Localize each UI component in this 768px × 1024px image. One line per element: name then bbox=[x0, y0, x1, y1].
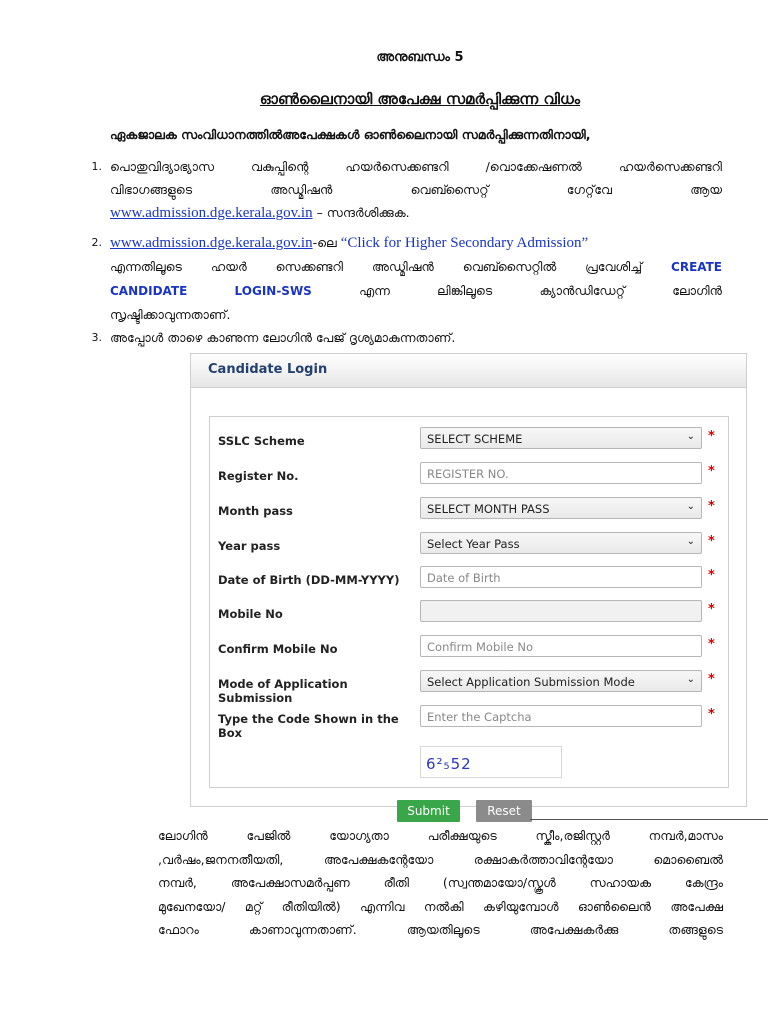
paragraph-line: ഫോറം കാണാവുന്നതാണ്. ആയതിലൂടെ അപേക്ഷകർക്ക… bbox=[158, 922, 723, 937]
candidate-login-panel: Candidate Login SSLC Scheme SELECT SCHEM… bbox=[190, 353, 747, 807]
step-2-line3-text: എന്ന ലിങ്കിലൂടെ ക്യാൻഡിഡേറ്റ് ലോഗിൻ bbox=[359, 283, 722, 298]
step-2-suffix: -ലെ bbox=[312, 235, 341, 250]
select-value: Select Year Pass bbox=[427, 537, 520, 551]
step-2: 2. www.admission.dge.kerala.gov.in-ലെ “C… bbox=[92, 231, 723, 326]
chevron-down-icon: ⌄ bbox=[686, 536, 695, 547]
row-month-pass: Month pass SELECT MONTH PASS ⌄ * bbox=[210, 497, 728, 527]
step-1: 1. പൊതുവിദ്യാഭ്യാസ വകുപ്പിന്റെ ഹയർസെക്കണ… bbox=[92, 155, 723, 225]
date-of-birth-input[interactable]: Date of Birth bbox=[420, 566, 702, 588]
field-label: Register No. bbox=[218, 469, 299, 483]
captcha-image: 6²₅52 bbox=[420, 746, 562, 778]
register-no-input[interactable]: REGISTER NO. bbox=[420, 462, 702, 484]
captcha-code: 6²₅52 bbox=[426, 755, 472, 773]
divider bbox=[530, 819, 768, 820]
field-label: Type the Code Shown in the Box bbox=[218, 712, 399, 740]
annex-heading: അനുബന്ധം 5 bbox=[376, 50, 464, 65]
field-label: SSLC Scheme bbox=[218, 434, 305, 448]
required-marker: * bbox=[708, 568, 715, 583]
field-label: Year pass bbox=[218, 539, 281, 553]
required-marker: * bbox=[708, 499, 715, 514]
field-label: Mode of Application Submission bbox=[218, 677, 348, 705]
required-marker: * bbox=[708, 707, 715, 722]
paragraph-line: മുഖേനയോ/ മറ്റ് രീതിയിൽ) എന്നിവ നൽകി കഴിയ… bbox=[158, 898, 723, 914]
paragraph-line: നമ്പർ, അപേക്ഷാസമർപ്പണ രീതി (സ്വന്തമായോ/സ… bbox=[158, 875, 723, 890]
step-1-line2: വിഭാഗങ്ങളുടെ അഡ്മിഷൻ വെബ്സൈറ്റ് ഗേറ്റ്‌വ… bbox=[110, 182, 722, 197]
captcha-input[interactable]: Enter the Captcha bbox=[420, 705, 702, 727]
login-form: SSLC Scheme SELECT SCHEME ⌄ * Register N… bbox=[209, 416, 729, 788]
step-2-number: 2. bbox=[91, 236, 103, 249]
submission-mode-select[interactable]: Select Application Submission Mode ⌄ bbox=[420, 670, 702, 692]
paragraph-line: ,വർഷം,ജനനതീയതി, അപേക്ഷകന്റേയോ രക്ഷാകർത്ത… bbox=[158, 851, 723, 867]
step-3-text: അപ്പോൾ താഴെ കാണുന്ന ലോഗിൻ പേജ് ദൃശ്യമാകു… bbox=[110, 330, 456, 345]
mobile-no-input[interactable] bbox=[420, 600, 702, 622]
select-value: SELECT MONTH PASS bbox=[427, 502, 550, 516]
step-3-number: 3. bbox=[91, 331, 103, 344]
sslc-scheme-select[interactable]: SELECT SCHEME ⌄ bbox=[420, 427, 702, 449]
chevron-down-icon: ⌄ bbox=[686, 431, 695, 442]
admission-link-2[interactable]: www.admission.dge.kerala.gov.in bbox=[110, 235, 313, 251]
required-marker: * bbox=[708, 637, 715, 652]
row-date-of-birth: Date of Birth (DD-MM-YYYY) Date of Birth… bbox=[210, 566, 728, 596]
admission-link[interactable]: www.admission.dge.kerala.gov.in bbox=[110, 205, 313, 221]
field-label: Confirm Mobile No bbox=[218, 642, 338, 656]
higher-secondary-admission-link[interactable]: “Click for Higher Secondary Admission” bbox=[341, 235, 588, 251]
panel-header: Candidate Login bbox=[191, 354, 746, 388]
field-label: Month pass bbox=[218, 504, 293, 518]
field-label: Mobile No bbox=[218, 607, 283, 621]
chevron-down-icon: ⌄ bbox=[686, 674, 695, 685]
row-year-pass: Year pass Select Year Pass ⌄ * bbox=[210, 532, 728, 562]
row-confirm-mobile: Confirm Mobile No Confirm Mobile No * bbox=[210, 635, 728, 665]
intro-text: ഏകജാലക സംവിധാനത്തിൽഅപേക്ഷകൾ ഓൺലൈനായി സമർ… bbox=[110, 127, 591, 142]
required-marker: * bbox=[708, 672, 715, 687]
step-3: 3. അപ്പോൾ താഴെ കാണുന്ന ലോഗിൻ പേജ് ദൃശ്യമ… bbox=[92, 326, 722, 349]
row-submission-mode: Mode of Application Submission Select Ap… bbox=[210, 670, 728, 705]
confirm-mobile-input[interactable]: Confirm Mobile No bbox=[420, 635, 702, 657]
paragraph-line: ലോഗിൻ പേജിൽ യോഗ്യതാ പരീക്ഷയുടെ സ്കീം,രജി… bbox=[158, 828, 723, 843]
panel-title: Candidate Login bbox=[208, 362, 328, 377]
step-2-line4: സൃഷ്ടിക്കാവുന്നതാണ്. bbox=[110, 307, 231, 322]
row-captcha-image: 6²₅52 bbox=[210, 746, 728, 778]
row-sslc-scheme: SSLC Scheme SELECT SCHEME ⌄ * bbox=[210, 427, 728, 457]
row-register-no: Register No. REGISTER NO. * bbox=[210, 462, 728, 492]
chevron-down-icon: ⌄ bbox=[686, 501, 695, 512]
submit-button[interactable]: Submit bbox=[397, 800, 460, 822]
login-sws-keyword: LOGIN-SWS bbox=[234, 284, 312, 298]
closing-paragraph: ലോഗിൻ പേജിൽ യോഗ്യതാ പരീക്ഷയുടെ സ്കീം,രജി… bbox=[158, 824, 723, 942]
create-keyword: CREATE bbox=[671, 260, 722, 274]
required-marker: * bbox=[708, 534, 715, 549]
reset-button[interactable]: Reset bbox=[476, 800, 532, 822]
page-title: ഓൺലൈനായി അപേക്ഷ സമർപ്പിക്കുന്ന വിധം bbox=[259, 90, 581, 108]
month-pass-select[interactable]: SELECT MONTH PASS ⌄ bbox=[420, 497, 702, 519]
required-marker: * bbox=[708, 429, 715, 444]
row-mobile-no: Mobile No * bbox=[210, 600, 728, 630]
step-1-visit-text: – സന്ദർശിക്കുക. bbox=[312, 205, 410, 220]
row-captcha-input: Type the Code Shown in the Box Enter the… bbox=[210, 705, 728, 740]
year-pass-select[interactable]: Select Year Pass ⌄ bbox=[420, 532, 702, 554]
select-value: SELECT SCHEME bbox=[427, 432, 523, 446]
step-1-line1: പൊതുവിദ്യാഭ്യാസ വകുപ്പിന്റെ ഹയർസെക്കണ്ടറ… bbox=[110, 159, 722, 174]
required-marker: * bbox=[708, 464, 715, 479]
step-1-number: 1. bbox=[91, 160, 103, 173]
select-value: Select Application Submission Mode bbox=[427, 675, 635, 689]
field-label: Date of Birth (DD-MM-YYYY) bbox=[218, 573, 400, 587]
required-marker: * bbox=[708, 602, 715, 617]
candidate-keyword: CANDIDATE bbox=[110, 284, 188, 298]
step-2-line2-text: എന്നതിലൂടെ ഹയർ സെക്കണ്ടറി അഡ്മിഷൻ വെബ്സൈ… bbox=[110, 259, 643, 274]
